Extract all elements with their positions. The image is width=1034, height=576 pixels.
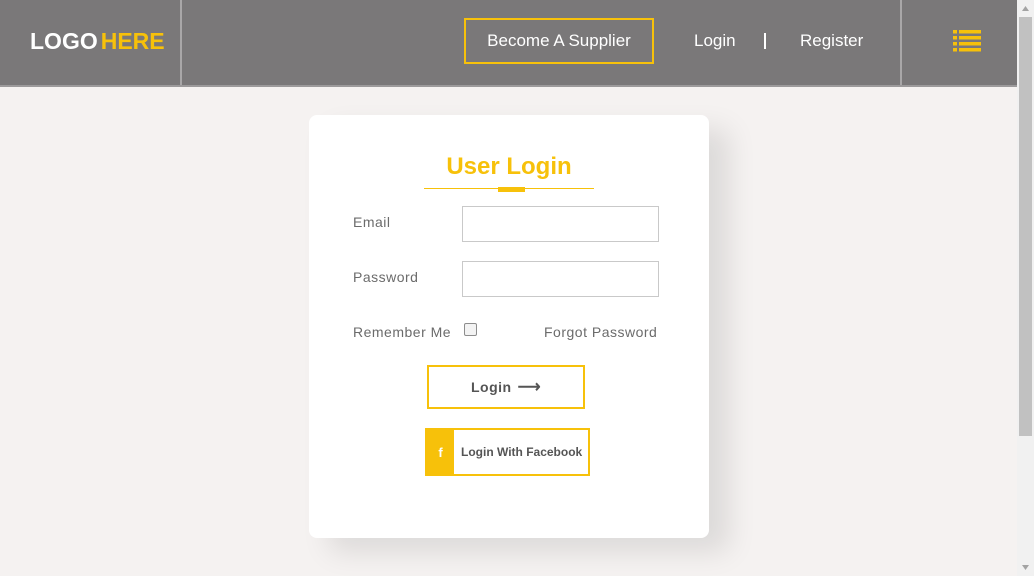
nav-register-link[interactable]: Register	[800, 31, 863, 51]
facebook-icon: f	[427, 430, 454, 474]
remember-me-label: Remember Me	[353, 324, 452, 340]
password-label: Password	[353, 269, 419, 285]
email-field[interactable]	[462, 206, 659, 242]
login-title: User Login	[446, 153, 572, 180]
nav-divider	[764, 33, 766, 49]
facebook-login-button[interactable]: f Login With Facebook	[425, 428, 590, 476]
header-divider-right	[900, 0, 902, 85]
logo-accent-text: HERE	[100, 28, 165, 54]
arrow-right-icon: ⟶	[517, 379, 542, 396]
nav-login-link[interactable]: Login	[694, 31, 736, 51]
email-label: Email	[353, 214, 391, 230]
facebook-login-label: Login With Facebook	[461, 445, 583, 459]
login-card: User Login Email Password Remember Me Fo…	[309, 115, 709, 538]
remember-me-checkbox[interactable]	[464, 323, 477, 336]
scroll-down-arrow-icon[interactable]	[1017, 559, 1034, 576]
scroll-up-arrow-icon[interactable]	[1017, 0, 1034, 17]
login-button[interactable]: Login ⟶	[427, 365, 585, 409]
login-button-label: Login	[470, 379, 512, 395]
title-underline-accent	[498, 187, 525, 192]
become-supplier-button[interactable]: Become A Supplier	[464, 18, 654, 64]
list-menu-icon[interactable]	[953, 29, 981, 53]
scrollbar-thumb[interactable]	[1019, 17, 1032, 436]
vertical-scrollbar[interactable]	[1017, 0, 1034, 576]
logo[interactable]: LOGO HERE	[30, 28, 165, 55]
header-divider-left	[180, 0, 182, 85]
logo-primary-text: LOGO	[30, 28, 98, 54]
password-field[interactable]	[462, 261, 659, 297]
top-header: LOGO HERE Become A Supplier Login Registe…	[0, 0, 1017, 87]
forgot-password-link[interactable]: Forgot Password	[544, 324, 657, 340]
